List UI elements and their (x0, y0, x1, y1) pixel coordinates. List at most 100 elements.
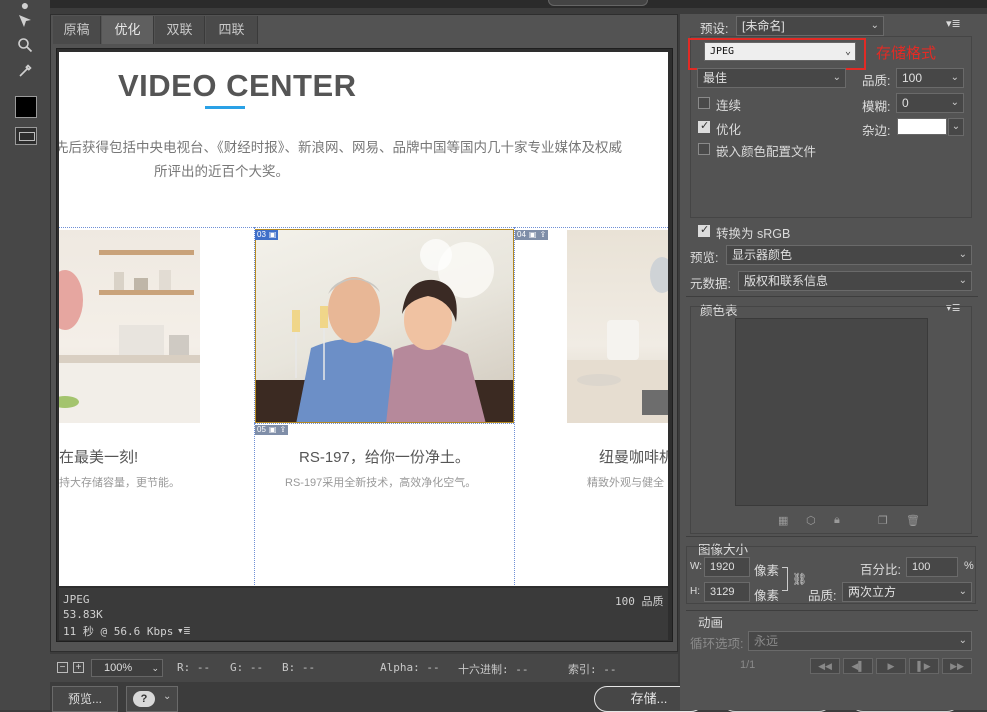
title-underline (205, 106, 245, 109)
percent-input[interactable]: 100 (906, 557, 958, 577)
zoom-out-button[interactable]: − (57, 662, 68, 673)
product-image-couple (255, 229, 514, 423)
height-label: H: (690, 586, 700, 597)
zoom-in-button[interactable]: + (73, 662, 84, 673)
quality-preset-dropdown[interactable]: 最佳 ⌄ (697, 68, 846, 88)
optimization-info: JPEG 53.83K 11 秒 @ 56.6 Kbps ▾≣ 100 品质 (59, 588, 668, 640)
optimize-label: 优化 (716, 123, 742, 137)
left-toolbar: ● (0, 0, 50, 710)
blur-label: 模糊: (862, 100, 891, 114)
metadata-label: 元数据: (690, 277, 731, 291)
product-image-coffee (567, 230, 668, 423)
embed-profile-checkbox[interactable] (698, 143, 710, 155)
percent-unit: % (964, 560, 974, 572)
delete-color-icon[interactable]: 🗑︎ (906, 514, 920, 527)
quality-label: 品质: (862, 74, 891, 88)
tab-4-up[interactable]: 四联 (206, 16, 258, 44)
quality-input[interactable]: 100 ⌄ (896, 68, 964, 88)
slice-tag-04[interactable]: 04 ▣ ⇪ (515, 230, 549, 240)
lock-color-icon[interactable]: 🔒︎ (834, 514, 840, 527)
progressive-checkbox[interactable] (698, 97, 710, 109)
color-table-grid[interactable] (735, 318, 928, 506)
description-line-2: 所评出的近百个大奖。 (154, 164, 289, 179)
info-quality: 100 品质 (615, 595, 664, 608)
chevron-down-icon: ⌄ (163, 691, 172, 702)
info-format: JPEG (63, 593, 90, 606)
preset-label: 预设: (700, 22, 729, 36)
eyedropper-color-swatch[interactable] (15, 96, 37, 118)
slice-tag-05[interactable]: 05 ▣ ⇪ (255, 425, 289, 435)
slice-tag-03[interactable]: 03 ▣ (255, 230, 279, 240)
new-color-icon[interactable]: ❐ (878, 514, 888, 527)
browser-dropdown[interactable]: ? ⌄ (126, 686, 178, 712)
index-readout: 索引: -- (568, 663, 617, 676)
matte-dropdown-chevron[interactable]: ⌄ (948, 118, 964, 136)
top-button-partial[interactable] (548, 0, 648, 6)
info-menu-icon[interactable]: ▾≣ (177, 624, 190, 637)
metadata-dropdown[interactable]: 版权和联系信息 ⌄ (738, 271, 972, 291)
play-button[interactable]: ▶ (876, 658, 906, 674)
slice-line (59, 227, 668, 228)
preview-button[interactable]: 预览... (52, 686, 118, 712)
matte-color-swatch[interactable] (897, 118, 947, 135)
resample-quality-label: 品质: (808, 589, 837, 603)
web-shift-icon[interactable]: ⬡ (806, 514, 816, 527)
product-subtitle-left: 持大存储容量，更节能。 (59, 477, 180, 489)
red-readout: R: -- (177, 661, 211, 674)
link-icon[interactable]: ⛓︎ (792, 572, 807, 586)
info-file-size: 53.83K (63, 608, 103, 621)
product-subtitle-center: RS-197采用全新技术，高效净化空气。 (285, 477, 477, 489)
embed-profile-label: 嵌入颜色配置文件 (716, 145, 817, 159)
previous-frame-button[interactable]: ◀▌ (843, 658, 873, 674)
preset-dropdown[interactable]: [未命名] ⌄ (736, 16, 884, 36)
info-download-time: 11 秒 @ 56.6 Kbps (63, 625, 174, 638)
eyedropper-tool-icon[interactable] (14, 60, 36, 82)
slice-select-tool-icon[interactable] (14, 10, 36, 32)
optimize-checkbox[interactable] (698, 119, 710, 133)
zoom-dropdown[interactable]: 100% ⌄ (91, 659, 163, 677)
image-preview[interactable]: VIDEO CENTER 先后获得包括中央电视台、《财经时报》、新浪网、网易、品… (59, 52, 668, 586)
browser-icon: ? (133, 691, 155, 707)
slice-line (254, 423, 514, 424)
product-subtitle-right: 精致外观与健全 (587, 477, 664, 489)
description-line-1: 先后获得包括中央电视台、《财经时报》、新浪网、网易、品牌中国等国内几十家专业媒体… (59, 140, 622, 155)
width-label: W: (690, 561, 703, 572)
first-frame-button[interactable]: ◀◀ (810, 658, 840, 674)
slice-line (514, 227, 515, 586)
blur-input[interactable]: 0 ⌄ (896, 93, 964, 113)
percent-label: 百分比: (860, 563, 901, 577)
height-input[interactable]: 3129 (704, 582, 750, 602)
animation-title: 动画 (698, 616, 724, 630)
loop-dropdown[interactable]: 永远 ⌄ (748, 631, 972, 651)
tab-original[interactable]: 原稿 (53, 16, 101, 44)
next-frame-button[interactable]: ▌▶ (909, 658, 939, 674)
product-image-kitchen (59, 230, 200, 423)
progressive-label: 连续 (716, 99, 742, 113)
map-to-transparent-icon[interactable]: ▦ (778, 514, 788, 527)
frame-counter: 1/1 (740, 659, 756, 671)
preset-menu-icon[interactable]: ▾≣ (946, 17, 961, 30)
convert-srgb-checkbox[interactable] (698, 223, 710, 237)
preview-label: 预览: (690, 251, 719, 265)
annotation-label: 存储格式 (876, 45, 937, 62)
tab-optimized[interactable]: 优化 (102, 16, 154, 44)
matte-label: 杂边: (862, 124, 891, 138)
convert-srgb-label: 转换为 sRGB (716, 227, 791, 241)
video-center-title: VIDEO CENTER (118, 68, 357, 103)
blue-readout: B: -- (282, 661, 316, 674)
product-title-center: RS-197，给你一份净土。 (299, 449, 470, 466)
width-input[interactable]: 1920 (704, 557, 750, 577)
resample-quality-dropdown[interactable]: 两次立方 ⌄ (842, 582, 972, 602)
preview-color-dropdown[interactable]: 显示器颜色 ⌄ (726, 245, 972, 265)
zoom-tool-icon[interactable] (14, 34, 36, 56)
loop-label: 循环选项: (690, 637, 744, 651)
product-title-right: 纽曼咖啡机 (599, 449, 668, 466)
last-frame-button[interactable]: ▶▶ (942, 658, 972, 674)
status-bar: − + 100% ⌄ R: -- G: -- B: -- Alpha: -- 十六… (50, 654, 678, 682)
green-readout: G: -- (230, 661, 264, 674)
tab-2-up[interactable]: 双联 (155, 16, 205, 44)
annotation-box (688, 38, 866, 70)
width-unit: 像素 (754, 564, 780, 578)
toggle-slices-icon[interactable] (15, 127, 37, 145)
constrain-bracket (782, 567, 788, 591)
